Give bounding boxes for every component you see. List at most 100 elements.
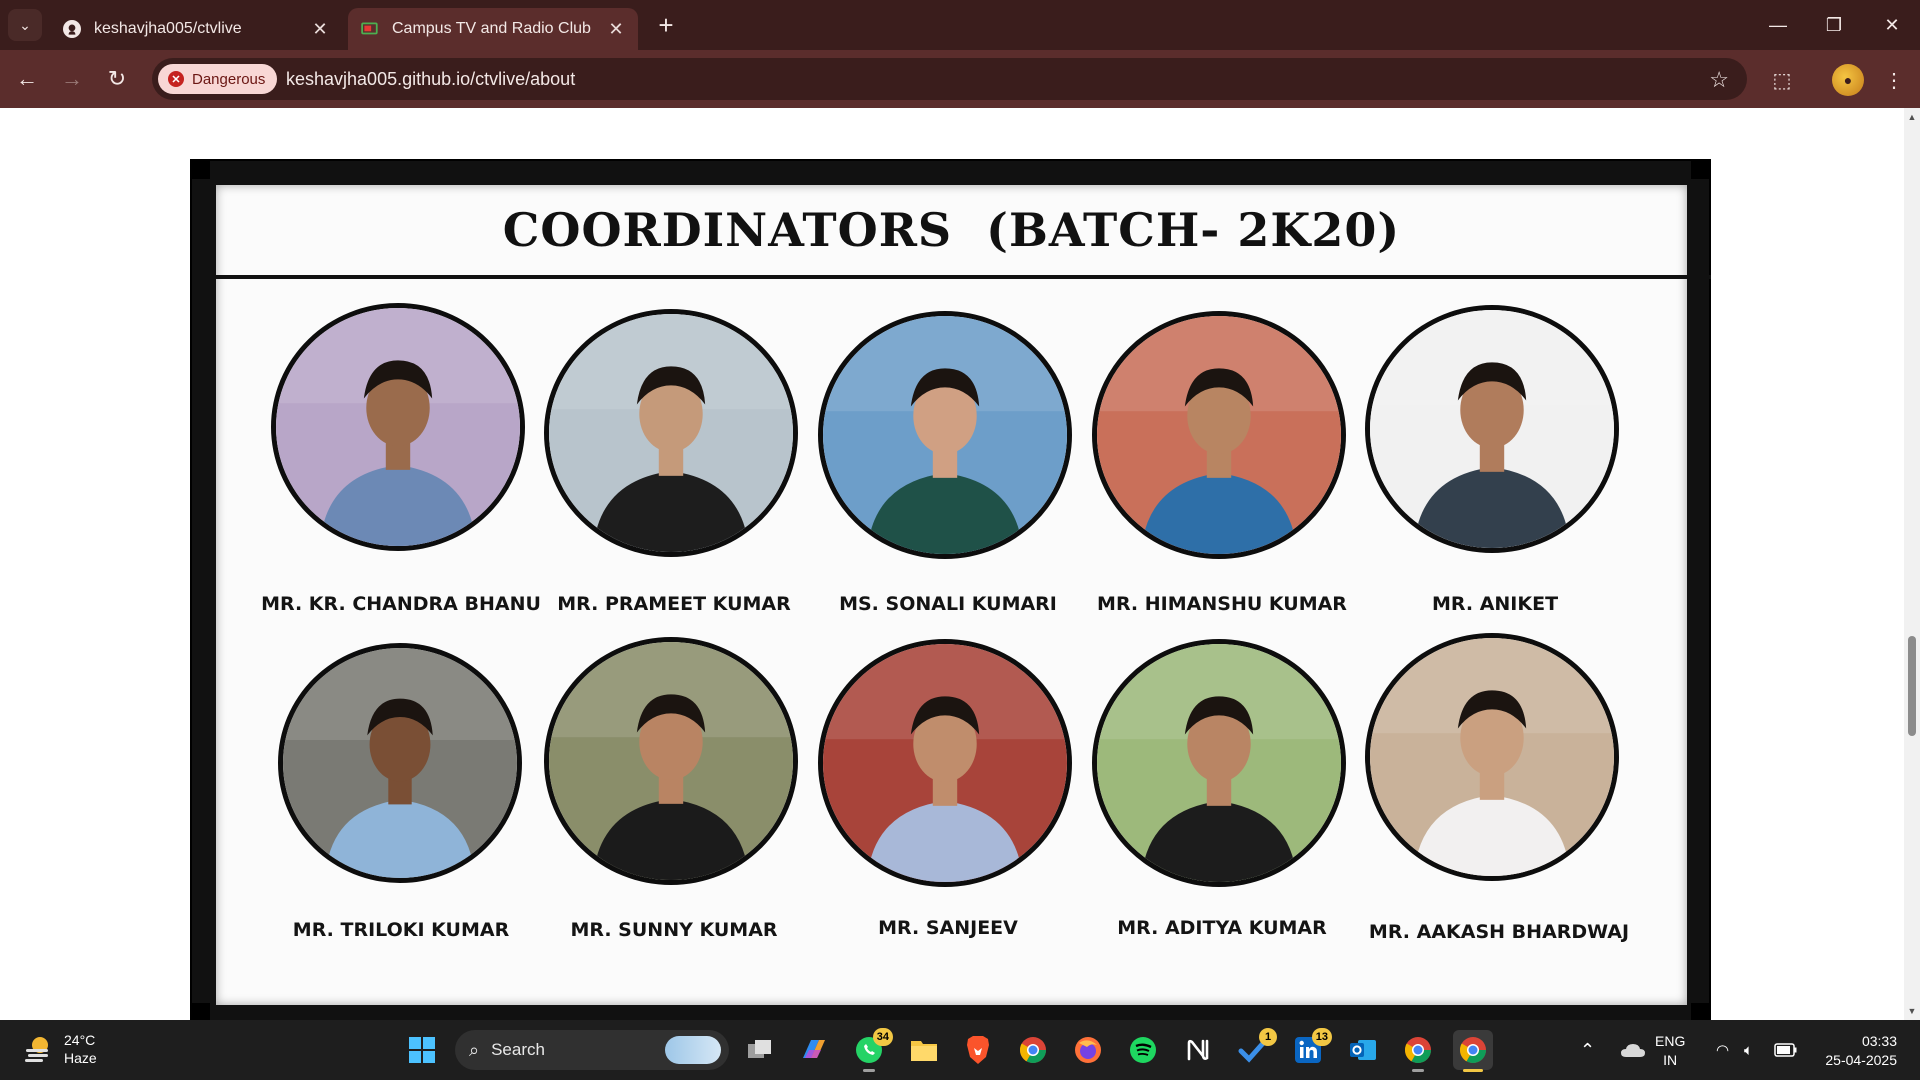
coordinator-photo[interactable]	[1365, 633, 1619, 881]
portrait-image	[283, 648, 517, 878]
system-clock[interactable]: 03:33 25-04-2025	[1815, 1032, 1897, 1070]
battery-button[interactable]	[1774, 1020, 1798, 1080]
chrome-icon	[1404, 1037, 1432, 1064]
coordinator-photo[interactable]	[1092, 311, 1346, 559]
coordinator-photo[interactable]	[271, 303, 525, 551]
bookmark-star-icon[interactable]: ☆	[1709, 67, 1729, 93]
outlook-icon	[1350, 1040, 1376, 1060]
portrait-image	[549, 642, 793, 880]
copilot-button[interactable]	[794, 1030, 834, 1070]
coordinators-grid: MR. KR. CHANDRA BHANU MR. PRAMEET KUMAR …	[216, 279, 1687, 999]
coordinator-photo[interactable]	[818, 311, 1072, 559]
search-highlight-art	[665, 1036, 721, 1064]
close-tab-icon[interactable]: ✕	[606, 19, 626, 39]
tab-github[interactable]: keshavjha005/ctvlive ✕	[50, 8, 342, 50]
outlook-button[interactable]	[1343, 1030, 1383, 1070]
back-button[interactable]: ←	[12, 64, 42, 94]
coordinator-name: MR. ADITYA KUMAR	[1117, 917, 1327, 939]
close-tab-icon[interactable]: ✕	[310, 19, 330, 39]
taskbar-search[interactable]: ⌕ Search	[455, 1030, 729, 1070]
coordinator-name: MR. PRAMEET KUMAR	[557, 593, 791, 615]
search-placeholder: Search	[491, 1040, 545, 1059]
weather-widget[interactable]: 24°C Haze	[22, 1031, 97, 1067]
restore-button[interactable]: ❐	[1814, 10, 1854, 40]
notion-button[interactable]	[1178, 1030, 1218, 1070]
scroll-up-icon[interactable]: ▲	[1907, 112, 1917, 122]
windows-icon	[409, 1037, 435, 1063]
page-scrollbar[interactable]: ▲ ▼	[1904, 108, 1920, 1020]
linkedin-button[interactable]: 13	[1288, 1028, 1332, 1070]
chrome-button[interactable]	[1013, 1030, 1053, 1070]
running-indicator	[863, 1069, 875, 1072]
browser-toolbar: ← → ↻ ✕ Dangerous keshavjha005.github.io…	[0, 50, 1920, 108]
coordinators-panel: COORDINATORS (BATCH- 2K20) MR. KR. CHAND…	[192, 185, 1711, 1005]
extensions-button[interactable]: ⬚	[1766, 64, 1798, 96]
show-hidden-icons-button[interactable]: ⌃	[1580, 1020, 1595, 1080]
wifi-button[interactable]: ◠	[1716, 1020, 1729, 1080]
close-icon: ✕	[1884, 14, 1900, 35]
coordinator-photo[interactable]	[1092, 639, 1346, 887]
brave-button[interactable]	[958, 1030, 998, 1070]
tab-search-button[interactable]: ⌄	[8, 9, 42, 41]
minimize-button[interactable]: —	[1758, 10, 1798, 40]
portrait-image	[1370, 310, 1614, 548]
security-status-label: Dangerous	[192, 70, 266, 88]
plus-icon: +	[658, 10, 674, 40]
coordinator-name: MR. KR. CHANDRA BHANU	[261, 593, 541, 615]
portrait-image	[823, 644, 1067, 882]
chrome-profile-button[interactable]	[1398, 1030, 1438, 1072]
onedrive-button[interactable]	[1620, 1020, 1646, 1080]
scroll-thumb[interactable]	[1908, 636, 1916, 736]
language-indicator[interactable]: ENG IN	[1655, 1032, 1685, 1070]
coordinator-name: MR. SUNNY KUMAR	[570, 919, 778, 941]
coordinator-photo[interactable]	[544, 637, 798, 885]
forward-button[interactable]: →	[57, 64, 87, 94]
more-vertical-icon: ⋮	[1884, 69, 1904, 92]
profile-avatar[interactable]: ●	[1832, 64, 1864, 96]
arrow-right-icon: →	[61, 66, 83, 91]
volume-button[interactable]: 🔈︎	[1744, 1020, 1753, 1080]
whatsapp-button[interactable]: 34	[849, 1028, 893, 1072]
reload-button[interactable]: ↻	[102, 64, 132, 94]
weather-temperature: 24°C	[64, 1032, 96, 1048]
task-view-icon	[748, 1040, 771, 1058]
coordinator-name: MR. TRILOKI KUMAR	[292, 919, 510, 941]
url-text[interactable]: keshavjha005.github.io/ctvlive/about	[286, 69, 575, 90]
scroll-down-icon[interactable]: ▼	[1907, 1006, 1917, 1016]
chrome-active-button[interactable]	[1453, 1030, 1493, 1072]
todo-badge: 1	[1259, 1028, 1277, 1046]
windows-taskbar: 24°C Haze ⌕ Search 34 1 13 ⌃ ENG IN ◠ 🔈︎…	[0, 1020, 1920, 1080]
restore-icon: ❐	[1825, 14, 1843, 35]
spotify-button[interactable]	[1123, 1030, 1163, 1070]
menu-button[interactable]: ⋮	[1878, 64, 1910, 96]
reload-icon: ↻	[107, 66, 127, 91]
minimize-icon: —	[1769, 14, 1787, 35]
coordinator-photo[interactable]	[544, 309, 798, 557]
coordinator-name: MR. SANJEEV	[878, 917, 1018, 939]
coordinator-photo[interactable]	[1365, 305, 1619, 553]
chevron-down-icon: ⌄	[19, 16, 31, 33]
address-bar[interactable]: ✕ Dangerous keshavjha005.github.io/ctvli…	[152, 58, 1747, 100]
language-code: ENG	[1655, 1033, 1686, 1049]
close-window-button[interactable]: ✕	[1872, 10, 1912, 40]
file-explorer-button[interactable]	[904, 1030, 944, 1070]
firefox-icon	[1075, 1037, 1101, 1063]
weather-description: Haze	[64, 1050, 97, 1066]
todo-button[interactable]: 1	[1233, 1028, 1277, 1070]
wifi-icon: ◠	[1716, 1042, 1730, 1059]
club-tv-icon	[360, 19, 380, 39]
notion-n-icon	[1187, 1039, 1209, 1061]
region-code: IN	[1663, 1052, 1678, 1068]
coordinator-name: MS. SONALI KUMARI	[839, 593, 1057, 615]
coordinator-photo[interactable]	[278, 643, 522, 883]
firefox-button[interactable]	[1068, 1030, 1108, 1070]
page-viewport: COORDINATORS (BATCH- 2K20) MR. KR. CHAND…	[0, 108, 1904, 1020]
security-status-chip[interactable]: ✕ Dangerous	[158, 64, 278, 94]
new-tab-button[interactable]: +	[652, 12, 680, 40]
start-button[interactable]	[402, 1030, 442, 1070]
coordinator-photo[interactable]	[818, 639, 1072, 887]
portrait-image	[1370, 638, 1614, 876]
task-view-button[interactable]	[740, 1030, 780, 1070]
tab-campus-tv[interactable]: Campus TV and Radio Club ✕	[348, 8, 638, 50]
portrait-image	[1097, 644, 1341, 882]
